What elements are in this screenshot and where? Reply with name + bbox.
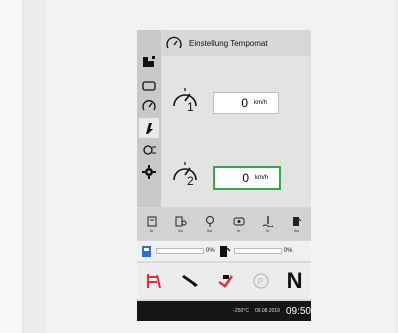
temperature-readout: -250°C (233, 308, 249, 314)
fuel-icon (292, 217, 301, 226)
filter-2-icon (175, 216, 186, 227)
cruise-1-index: 1 (187, 100, 194, 112)
vehicle-icon (143, 56, 155, 67)
seatbelt-icon (147, 274, 162, 289)
terminal-screen: Einstellung Tempomat 1 0 km/h 2 0 km/h 0… (137, 30, 311, 321)
cruise-speed-1-value: 0 (241, 96, 248, 110)
status-bar: -250°C 09.08.2019 09:50 (137, 301, 311, 321)
cruise-2-gauge-icon: 2 (171, 160, 201, 191)
cruise-settings-panel: 1 0 km/h 2 0 km/h (161, 56, 311, 207)
indicator-lamp-label: 0w (206, 228, 213, 233)
pto-icon (143, 145, 156, 155)
time-readout: 09:50 (285, 305, 311, 317)
engine-warn-icon (233, 217, 244, 226)
fuel-level-icon (219, 246, 231, 257)
cruise-speed-2-value: 0 (242, 171, 249, 185)
indicator-engine-warn: 0r (228, 215, 250, 233)
parking-brake-icon: P (253, 273, 269, 289)
indicator-filter-2: 0w (170, 215, 192, 233)
cruise-speed-2-unit: km/h (255, 175, 269, 181)
def-tank-icon (142, 246, 151, 257)
settings-gear-icon (142, 165, 156, 179)
indicator-filter-label: 0r (149, 228, 154, 233)
cruise-speed-2-field[interactable]: 0 km/h (213, 166, 281, 190)
indicator-lamp: 0w (199, 215, 221, 233)
hydraulic-icon (146, 123, 153, 134)
cruise-1-gauge-icon: 1 (171, 86, 201, 117)
def-level-percent: 0% (206, 248, 215, 254)
sidebar-item-engine[interactable] (139, 76, 159, 96)
sidebar-item-hydraulic[interactable] (139, 118, 159, 138)
gear-indicator: N (286, 268, 303, 293)
engine-icon (142, 81, 156, 91)
fuel-level-bar (233, 248, 282, 254)
filter-icon (147, 216, 156, 227)
indicator-fuel-label: 0w (293, 228, 300, 233)
cruise-2-index: 2 (187, 174, 194, 186)
indicator-filter-2-label: 0w (177, 228, 184, 233)
speedometer-icon (166, 36, 182, 49)
def-level-bar (156, 248, 204, 254)
sidebar-item-vehicle[interactable] (139, 52, 159, 72)
level-row: 0% 0% (137, 241, 311, 261)
cruise-speed-1-field[interactable]: 0 km/h (213, 92, 279, 114)
engine-fault-icon (218, 275, 234, 288)
indicator-engine-warn-label: 0r (236, 228, 241, 233)
sidebar-item-settings[interactable] (139, 162, 159, 182)
wrench-icon (182, 275, 199, 287)
lamp-icon (205, 216, 214, 227)
cruise-speed-1-unit: km/h (254, 100, 268, 106)
page-title: Einstellung Tempomat (189, 38, 268, 48)
status-row: P N (137, 263, 311, 299)
svg-text:P: P (257, 277, 263, 287)
coolant-icon (262, 216, 273, 227)
indicator-filter: 0r (141, 215, 163, 233)
date-readout: 09.08.2019 (254, 308, 280, 314)
sidebar (137, 30, 161, 207)
indicator-row: 0r 0w 0w 0r 0r 0w (137, 208, 311, 240)
speedometer-icon (142, 100, 156, 111)
sidebar-item-pto[interactable] (139, 140, 159, 160)
sidebar-item-speedometer[interactable] (139, 96, 159, 116)
indicator-coolant: 0r (257, 215, 279, 233)
indicator-coolant-label: 0r (265, 228, 270, 233)
screen-header: Einstellung Tempomat (165, 32, 311, 54)
indicator-fuel: 0w (286, 215, 308, 233)
fuel-level-percent: 0% (283, 248, 293, 254)
